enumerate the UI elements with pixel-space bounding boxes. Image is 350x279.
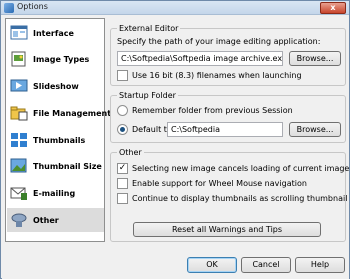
sidebar-item-slideshow[interactable]: Slideshow bbox=[7, 74, 104, 98]
image-types-icon bbox=[10, 51, 28, 67]
window-title: Options bbox=[17, 2, 48, 11]
cancel-loading-label: Selecting new image cancels loading of c… bbox=[132, 164, 350, 173]
sidebar-item-e-mailing[interactable]: E-mailing bbox=[7, 181, 104, 205]
slideshow-icon bbox=[10, 78, 28, 94]
wheel-mouse-checkbox[interactable] bbox=[117, 178, 128, 189]
wheel-mouse-label: Enable support for Wheel Mouse navigatio… bbox=[132, 179, 307, 188]
options-dialog: Options x Interface Image Types Slidesho… bbox=[0, 0, 350, 279]
remember-folder-label: Remember folder from previous Session bbox=[132, 106, 293, 115]
cancel-button[interactable]: Cancel bbox=[241, 257, 291, 273]
sidebar-item-image-types[interactable]: Image Types bbox=[7, 47, 104, 71]
use-16bit-label: Use 16 bit (8.3) filenames when launchin… bbox=[132, 71, 302, 80]
ok-button[interactable]: OK bbox=[187, 257, 237, 273]
email-icon bbox=[10, 185, 28, 201]
external-editor-group: External Editor Specify the path of your… bbox=[110, 23, 346, 86]
reset-warnings-button[interactable]: Reset all Warnings and Tips bbox=[133, 222, 321, 237]
sidebar-item-file-management[interactable]: File Management bbox=[7, 101, 111, 125]
sidebar-item-label: Thumbnails bbox=[33, 135, 86, 145]
title-bar[interactable]: Options x bbox=[1, 1, 349, 15]
other-group: Other ✓ Selecting new image cancels load… bbox=[110, 147, 350, 242]
sidebar-item-thumbnail-size[interactable]: Thumbnail Size bbox=[7, 154, 104, 178]
sidebar-item-label: E-mailing bbox=[33, 188, 76, 198]
sidebar-item-label: Other bbox=[33, 215, 59, 225]
startup-folder-title: Startup Folder bbox=[117, 90, 178, 101]
sidebar-item-label: File Management bbox=[33, 108, 112, 118]
startup-folder-group: Startup Folder Remember folder from prev… bbox=[110, 90, 346, 143]
editor-path-field[interactable]: C:\Softpedia\Softpedia image archive.exe bbox=[117, 51, 283, 66]
external-editor-title: External Editor bbox=[117, 23, 181, 34]
other-icon bbox=[10, 212, 28, 228]
scrolling-grid-checkbox[interactable] bbox=[117, 193, 128, 204]
remember-folder-radio[interactable] bbox=[117, 105, 128, 116]
sidebar-item-label: Slideshow bbox=[33, 81, 79, 91]
file-management-icon bbox=[10, 105, 28, 121]
sidebar-item-label: Image Types bbox=[33, 54, 90, 64]
sidebar-item-label: Thumbnail Size bbox=[33, 161, 102, 171]
editor-browse-button[interactable]: Browse... bbox=[289, 51, 341, 66]
help-button[interactable]: Help bbox=[295, 257, 345, 273]
cancel-loading-checkbox[interactable]: ✓ bbox=[117, 163, 128, 174]
category-list: Interface Image Types Slideshow File Man… bbox=[5, 18, 111, 242]
interface-icon bbox=[10, 25, 28, 41]
sidebar-item-interface[interactable]: Interface bbox=[7, 21, 104, 45]
scrolling-grid-label: Continue to display thumbnails as scroll… bbox=[132, 194, 350, 203]
sidebar-item-label: Interface bbox=[33, 28, 74, 38]
thumbnail-size-icon bbox=[10, 158, 28, 174]
default-folder-radio[interactable] bbox=[117, 124, 128, 135]
default-folder-field[interactable]: C:\Softpedia bbox=[167, 122, 283, 137]
editor-path-instruction: Specify the path of your image editing a… bbox=[117, 37, 321, 46]
sidebar-item-thumbnails[interactable]: Thumbnails bbox=[7, 128, 104, 152]
other-title: Other bbox=[117, 147, 144, 158]
use-16bit-checkbox[interactable] bbox=[117, 70, 128, 81]
sidebar-item-other[interactable]: Other bbox=[7, 208, 104, 232]
thumbnails-icon bbox=[10, 132, 28, 148]
startup-browse-button[interactable]: Browse... bbox=[289, 122, 341, 137]
close-button[interactable]: x bbox=[320, 2, 346, 14]
app-icon bbox=[4, 3, 14, 13]
